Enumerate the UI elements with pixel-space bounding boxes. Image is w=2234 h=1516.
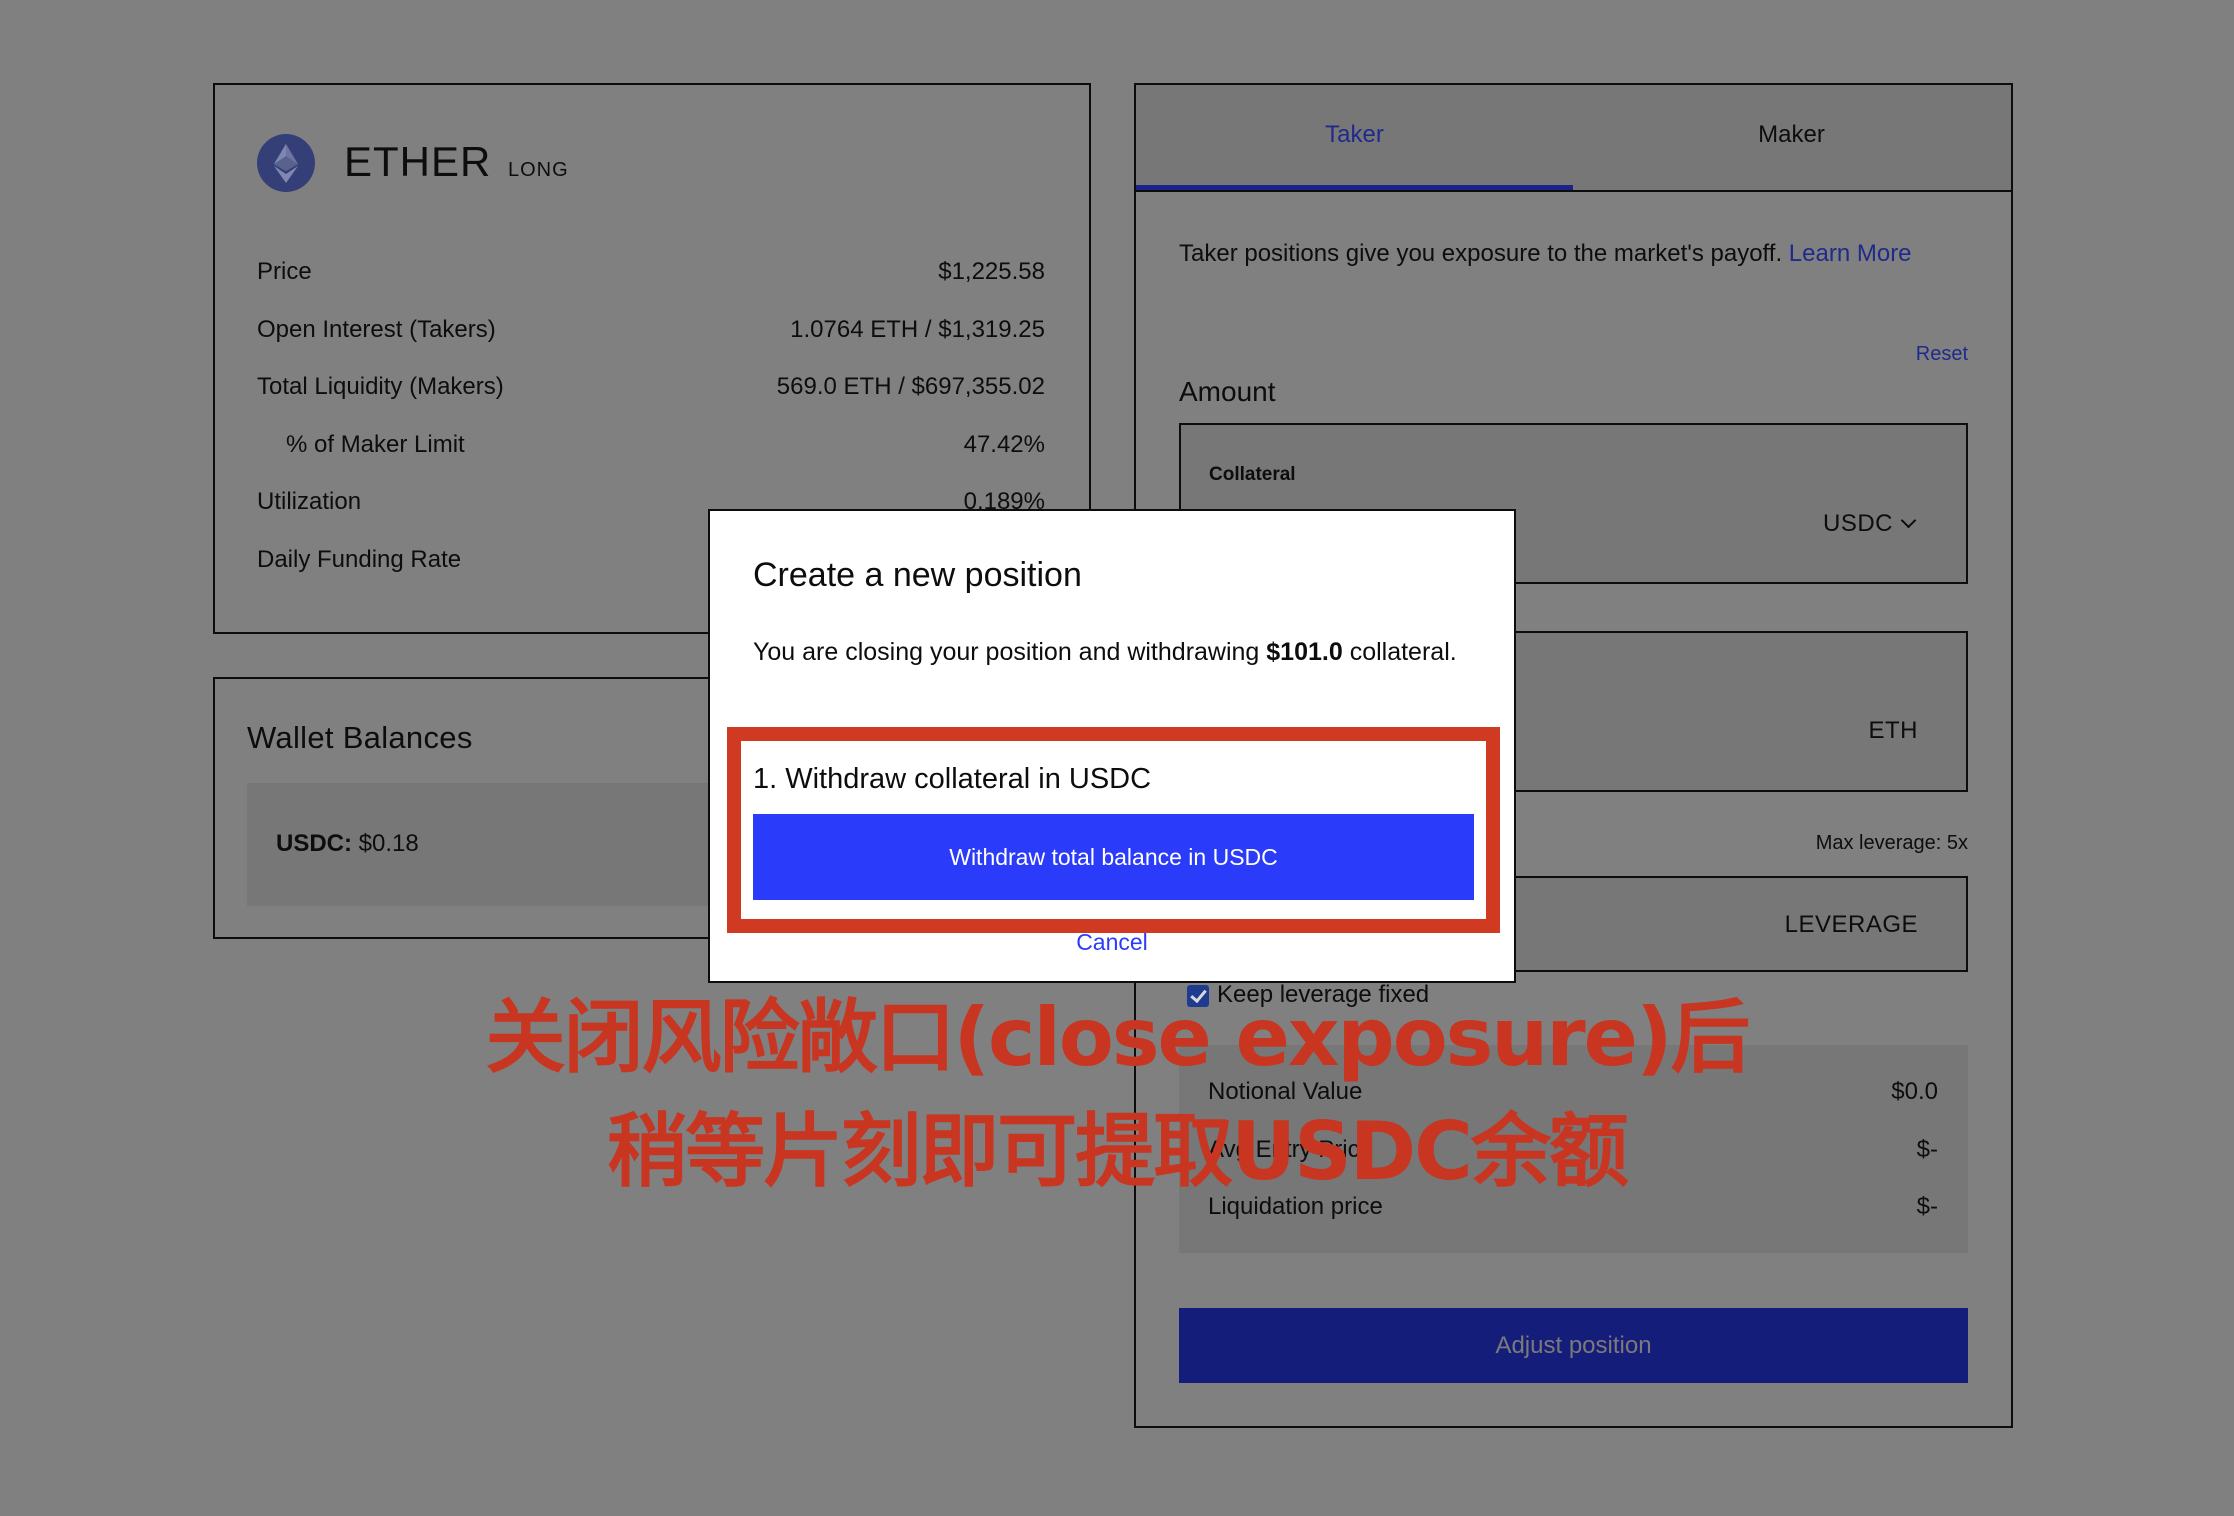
stat-value: 47.42% [963, 431, 1045, 458]
reset-link[interactable]: Reset [1916, 340, 1968, 368]
collateral-label: Collateral [1209, 464, 1296, 485]
modal-body-prefix: You are closing your position and withdr… [753, 638, 1267, 666]
annotation-line-2: 稍等片刻即可提取USDC余额 [607, 1105, 1629, 1198]
position-type-tabs: Taker Maker [1136, 85, 2011, 192]
asset-name: ETHER [344, 138, 492, 185]
max-leverage-label: Max leverage: 5x [1815, 832, 1968, 854]
stat-row-open-interest: Open Interest (Takers) 1.0764 ETH / $1,3… [257, 312, 1045, 348]
balance-token: USDC: [276, 830, 352, 857]
tab-taker[interactable]: Taker [1136, 85, 1573, 190]
annotation-line-1: 关闭风险敞口(close exposure)后 [485, 991, 1750, 1084]
balance-amount: $0.18 [358, 830, 419, 857]
stat-label: Utilization [257, 488, 362, 515]
stat-label: Price [257, 258, 312, 285]
position-side-badge: LONG [508, 159, 569, 181]
withdraw-amount: $101.0 [1266, 638, 1343, 666]
stat-value: 569.0 ETH / $697,355.02 [776, 373, 1045, 400]
chevron-down-icon [1900, 512, 1917, 529]
wallet-balance-usdc: USDC: $0.18 [276, 826, 419, 862]
stat-label: Open Interest (Takers) [257, 316, 496, 343]
stat-row-maker-limit: % of Maker Limit 47.42% [257, 427, 1045, 463]
learn-more-link[interactable]: Learn More [1789, 240, 1912, 267]
wallet-title: Wallet Balances [247, 720, 473, 755]
stat-value: $1,225.58 [938, 258, 1045, 285]
tab-maker[interactable]: Maker [1573, 85, 2010, 190]
position-unit: ETH [1868, 717, 1918, 744]
adjust-position-button[interactable]: Adjust position [1179, 1308, 1968, 1383]
modal-body: You are closing your position and withdr… [753, 631, 1473, 674]
stat-label: % of Maker Limit [286, 431, 465, 458]
amount-heading: Amount [1179, 376, 1276, 407]
collateral-token: USDC [1822, 510, 1893, 537]
stat-label: Daily Funding Rate [257, 546, 462, 573]
stat-row-price: Price $1,225.58 [257, 254, 1045, 290]
stat-value: 1.0764 ETH / $1,319.25 [790, 316, 1045, 343]
stat-label: Total Liquidity (Makers) [257, 373, 504, 400]
ethereum-icon [257, 134, 315, 192]
annotation-highlight-box [727, 727, 1500, 933]
description-text: Taker positions give you exposure to the… [1179, 240, 1789, 267]
modal-body-suffix: collateral. [1342, 638, 1457, 666]
modal-title: Create a new position [753, 556, 1082, 594]
stat-row-total-liquidity: Total Liquidity (Makers) 569.0 ETH / $69… [257, 369, 1045, 405]
leverage-placeholder: LEVERAGE [1784, 911, 1918, 938]
collateral-token-select[interactable]: USDC [1822, 508, 1917, 540]
taker-description: Taker positions give you exposure to the… [1179, 236, 1979, 272]
